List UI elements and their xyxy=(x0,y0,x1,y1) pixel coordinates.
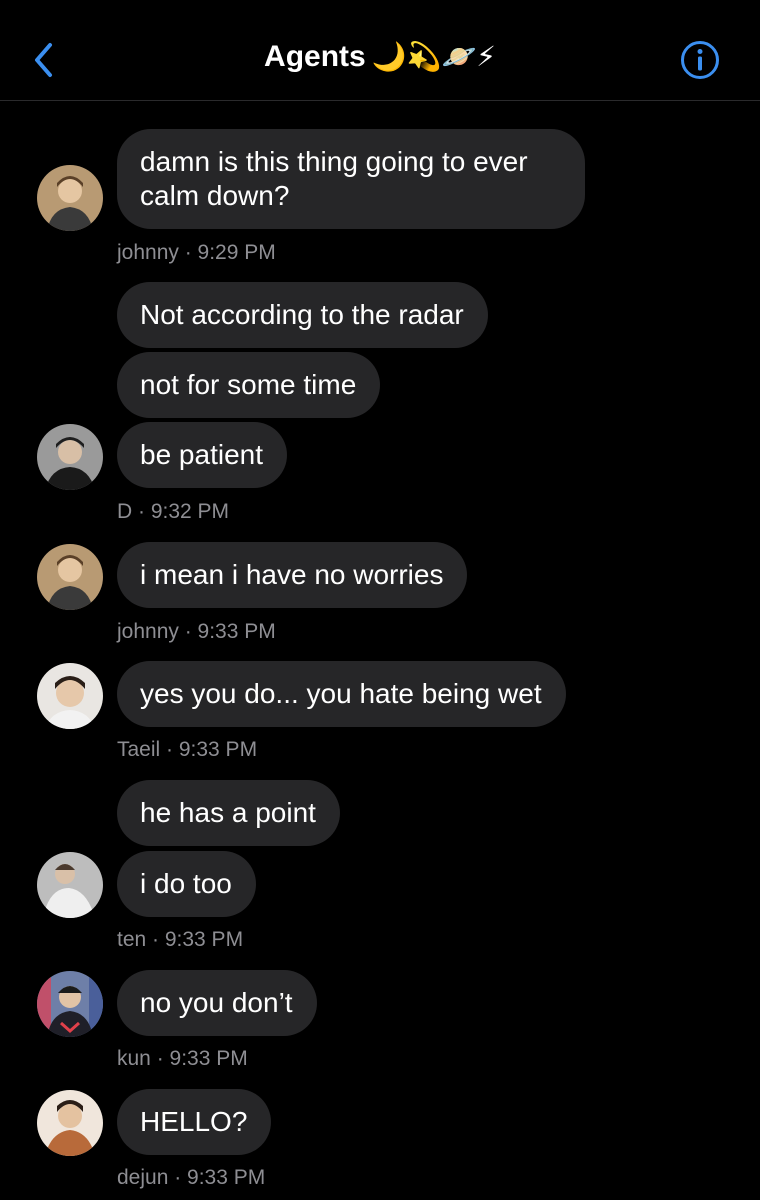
info-button[interactable] xyxy=(680,40,720,80)
message-meta: Taeil · 9:33 PM xyxy=(117,738,258,761)
avatar-image xyxy=(37,663,103,729)
avatar-kun[interactable] xyxy=(37,971,103,1037)
avatar-johnny[interactable] xyxy=(37,165,103,231)
avatar-taeil[interactable] xyxy=(37,663,103,729)
conversation-title-row[interactable]: Agents 🌙💫🪐⚡ xyxy=(0,40,760,74)
message-bubble[interactable]: Not according to the radar xyxy=(117,282,488,348)
message-bubble[interactable]: damn is this thing going to ever calm do… xyxy=(117,129,585,229)
message-meta: ten · 9:33 PM xyxy=(117,928,244,951)
avatar-image xyxy=(37,544,103,610)
avatar-johnny[interactable] xyxy=(37,544,103,610)
avatar-image xyxy=(37,424,103,490)
avatar-image xyxy=(37,165,103,231)
message-meta: kun · 9:33 PM xyxy=(117,1047,248,1070)
avatar-image xyxy=(37,852,103,918)
message-bubble[interactable]: i mean i have no worries xyxy=(117,542,468,608)
message-bubble[interactable]: no you don’t xyxy=(117,970,317,1036)
message-bubble[interactable]: HELLO? xyxy=(117,1089,272,1155)
message-bubble[interactable]: be patient xyxy=(117,422,287,488)
conversation-title: Agents xyxy=(264,40,366,73)
avatar-d[interactable] xyxy=(37,424,103,490)
message-meta: johnny · 9:29 PM xyxy=(117,241,276,264)
avatar-dejun[interactable] xyxy=(37,1090,103,1156)
message-bubble[interactable]: not for some time xyxy=(117,352,381,418)
message-bubble[interactable]: he has a point xyxy=(117,780,340,846)
avatar-ten[interactable] xyxy=(37,852,103,918)
message-bubble[interactable]: yes you do... you hate being wet xyxy=(117,661,566,727)
message-bubble[interactable]: i do too xyxy=(117,851,256,917)
conversation-header: Agents 🌙💫🪐⚡ xyxy=(0,0,760,101)
avatar-image xyxy=(37,1090,103,1156)
title-emoji: 🌙💫🪐⚡ xyxy=(371,40,496,73)
message-meta: dejun · 9:33 PM xyxy=(117,1166,266,1189)
message-meta: D · 9:32 PM xyxy=(117,500,230,523)
info-icon xyxy=(681,41,719,79)
avatar-image xyxy=(37,971,103,1037)
message-meta: johnny · 9:33 PM xyxy=(117,620,276,643)
